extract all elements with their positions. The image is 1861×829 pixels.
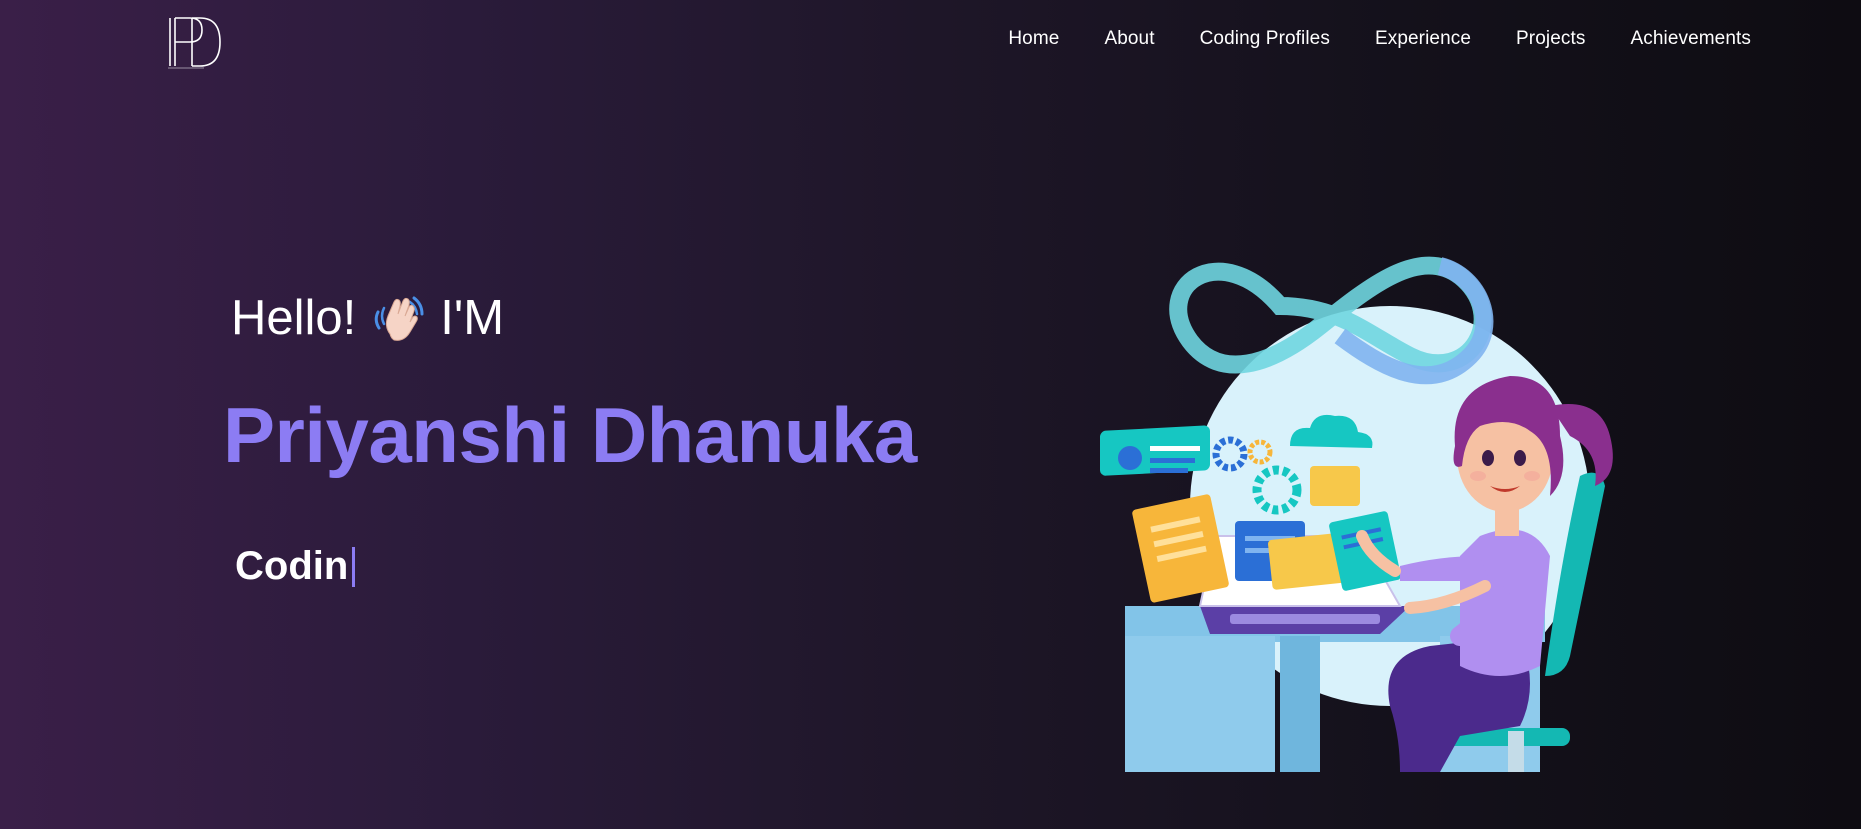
greeting-suffix: I'M [440,291,505,345]
nav-projects[interactable]: Projects [1516,28,1585,50]
nav-achievements[interactable]: Achievements [1630,28,1751,50]
typing-cursor [352,546,356,587]
hero-name: Priyanshi Dhanuka [223,391,917,479]
nav-links: Home About Coding Profiles Experience Pr… [1008,28,1751,50]
developer-girl-at-laptop-illustration [1100,236,1680,772]
hero-intro: Hello! I'M Priyanshi Dhanuka Codin [223,290,917,588]
greeting-prefix: Hello! [231,291,357,345]
nav-home[interactable]: Home [1008,28,1059,50]
typewriter-text: Codin [235,544,356,589]
typed-text: Codin [235,544,349,588]
pd-logo-icon[interactable] [164,14,224,70]
nav-about[interactable]: About [1104,28,1154,50]
greeting: Hello! I'M [231,290,504,346]
waving-hand-icon [370,290,426,346]
navbar: Home About Coding Profiles Experience Pr… [0,0,1861,85]
nav-experience[interactable]: Experience [1375,28,1471,50]
nav-coding-profiles[interactable]: Coding Profiles [1200,28,1330,50]
